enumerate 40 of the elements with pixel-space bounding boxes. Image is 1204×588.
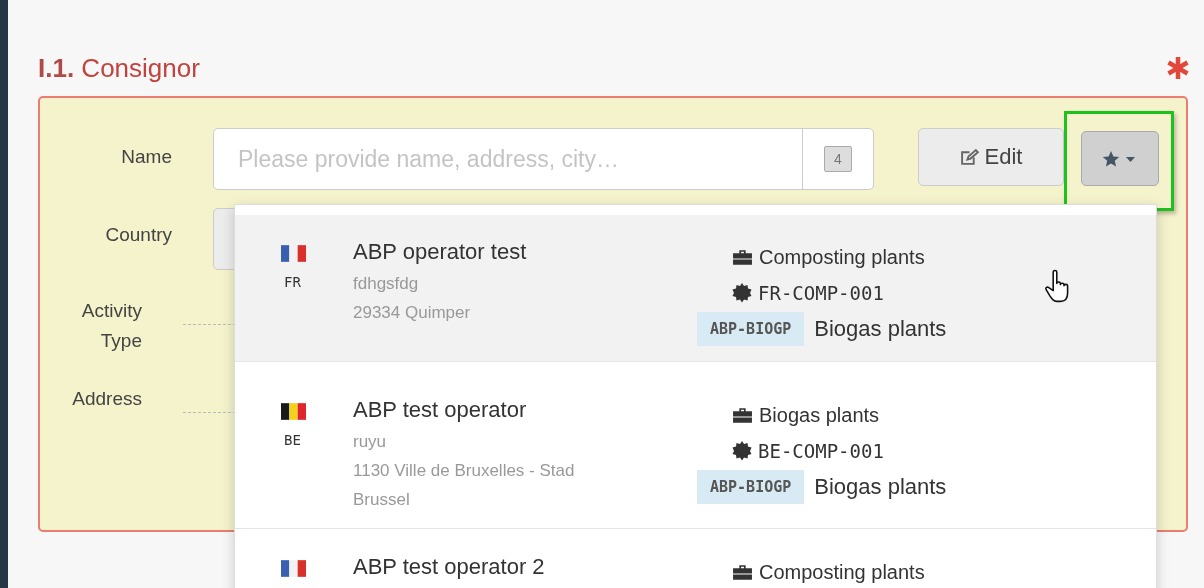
result-count-badge: 4 (824, 146, 852, 172)
field-label: Name (120, 145, 172, 168)
section-title: I.1. Consignor (38, 52, 200, 83)
briefcase-icon (732, 406, 753, 424)
address-line: 1130 Ville de Bruxelles - Stad Brussel (353, 460, 576, 511)
field-label: Country (104, 223, 172, 246)
badge-icon (732, 441, 752, 461)
field-label: Address (71, 387, 142, 411)
address-line: ruyu (353, 431, 388, 453)
flag-icon (281, 560, 306, 577)
edit-icon (959, 148, 979, 166)
country-code: FR (284, 274, 301, 290)
operator-name: ABP test operator (353, 397, 528, 423)
name-search-field[interactable]: Please provide name, address, city… (214, 129, 802, 189)
favourites-dropdown-button[interactable] (1081, 131, 1159, 186)
operator-name: ABP operator test (353, 239, 528, 265)
briefcase-icon (732, 563, 753, 581)
operator-option[interactable]: ABP test operator 2 Composting plants (235, 540, 1156, 588)
briefcase-icon (732, 248, 753, 266)
approval-number: FR-COMP-001 (758, 282, 884, 304)
tag-description: Biogas plants (814, 316, 947, 342)
operator-name: ABP test operator 2 (353, 554, 546, 580)
country-code: BE (284, 432, 301, 448)
section-tag: ABP-BIOGP (697, 470, 805, 504)
activity-type: Composting plants (759, 245, 925, 269)
operator-option[interactable]: FR ABP operator test fdhgsfdg 29334 Quimper Composting plants FR-COMP-001 ABP-BIOGP Biogas plants (235, 215, 1156, 362)
approval-number: BE-COMP-001 (758, 440, 884, 462)
address-line: 29334 Quimper (353, 302, 472, 324)
star-caret-icon (1102, 149, 1138, 168)
section-tag: ABP-BIOGP (697, 312, 805, 346)
field-label: Activity Type (80, 299, 142, 353)
activity-type: Composting plants (759, 560, 925, 584)
tag-description: Biogas plants (814, 474, 947, 500)
flag-icon (281, 403, 306, 420)
operator-option[interactable]: BE ABP test operator ruyu 1130 Ville de Bruxelles - Stad Brussel Biogas plants BE-COMP-001 ABP-BIOGP Biogas plants (235, 373, 1156, 529)
edit-button[interactable]: Edit (918, 128, 1064, 186)
badge-icon (732, 283, 752, 303)
address-line: fdhgsfdg (353, 273, 420, 295)
activity-type: Biogas plants (759, 403, 880, 427)
flag-icon (281, 245, 306, 262)
